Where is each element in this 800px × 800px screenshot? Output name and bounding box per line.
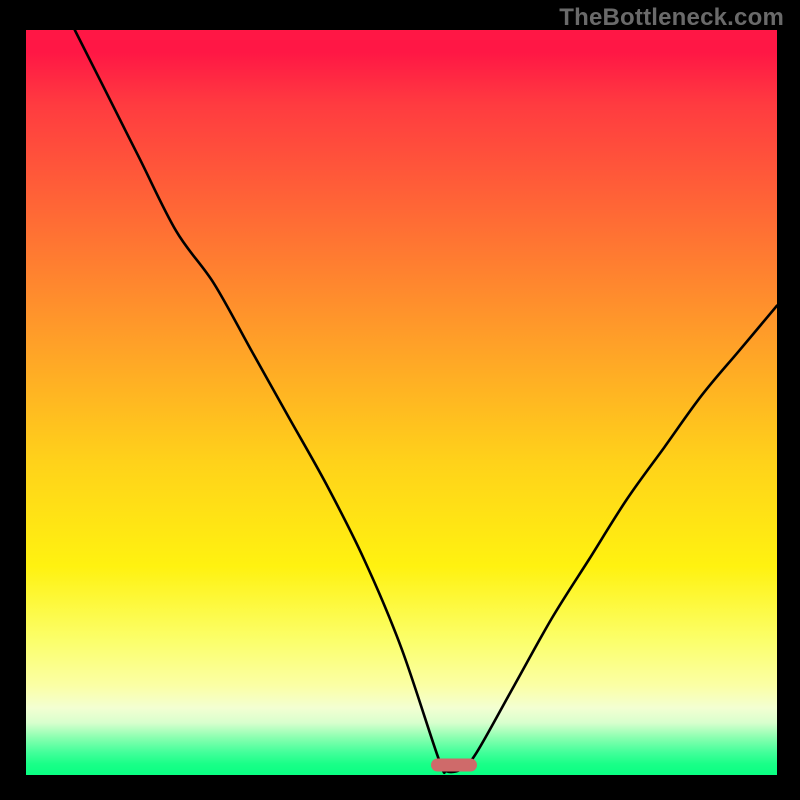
- curve-path: [75, 30, 777, 773]
- chart-frame: TheBottleneck.com: [0, 0, 800, 800]
- plot-area: [26, 30, 777, 775]
- bottleneck-curve: [26, 30, 777, 775]
- optimum-marker: [431, 759, 477, 772]
- watermark-text: TheBottleneck.com: [559, 4, 784, 32]
